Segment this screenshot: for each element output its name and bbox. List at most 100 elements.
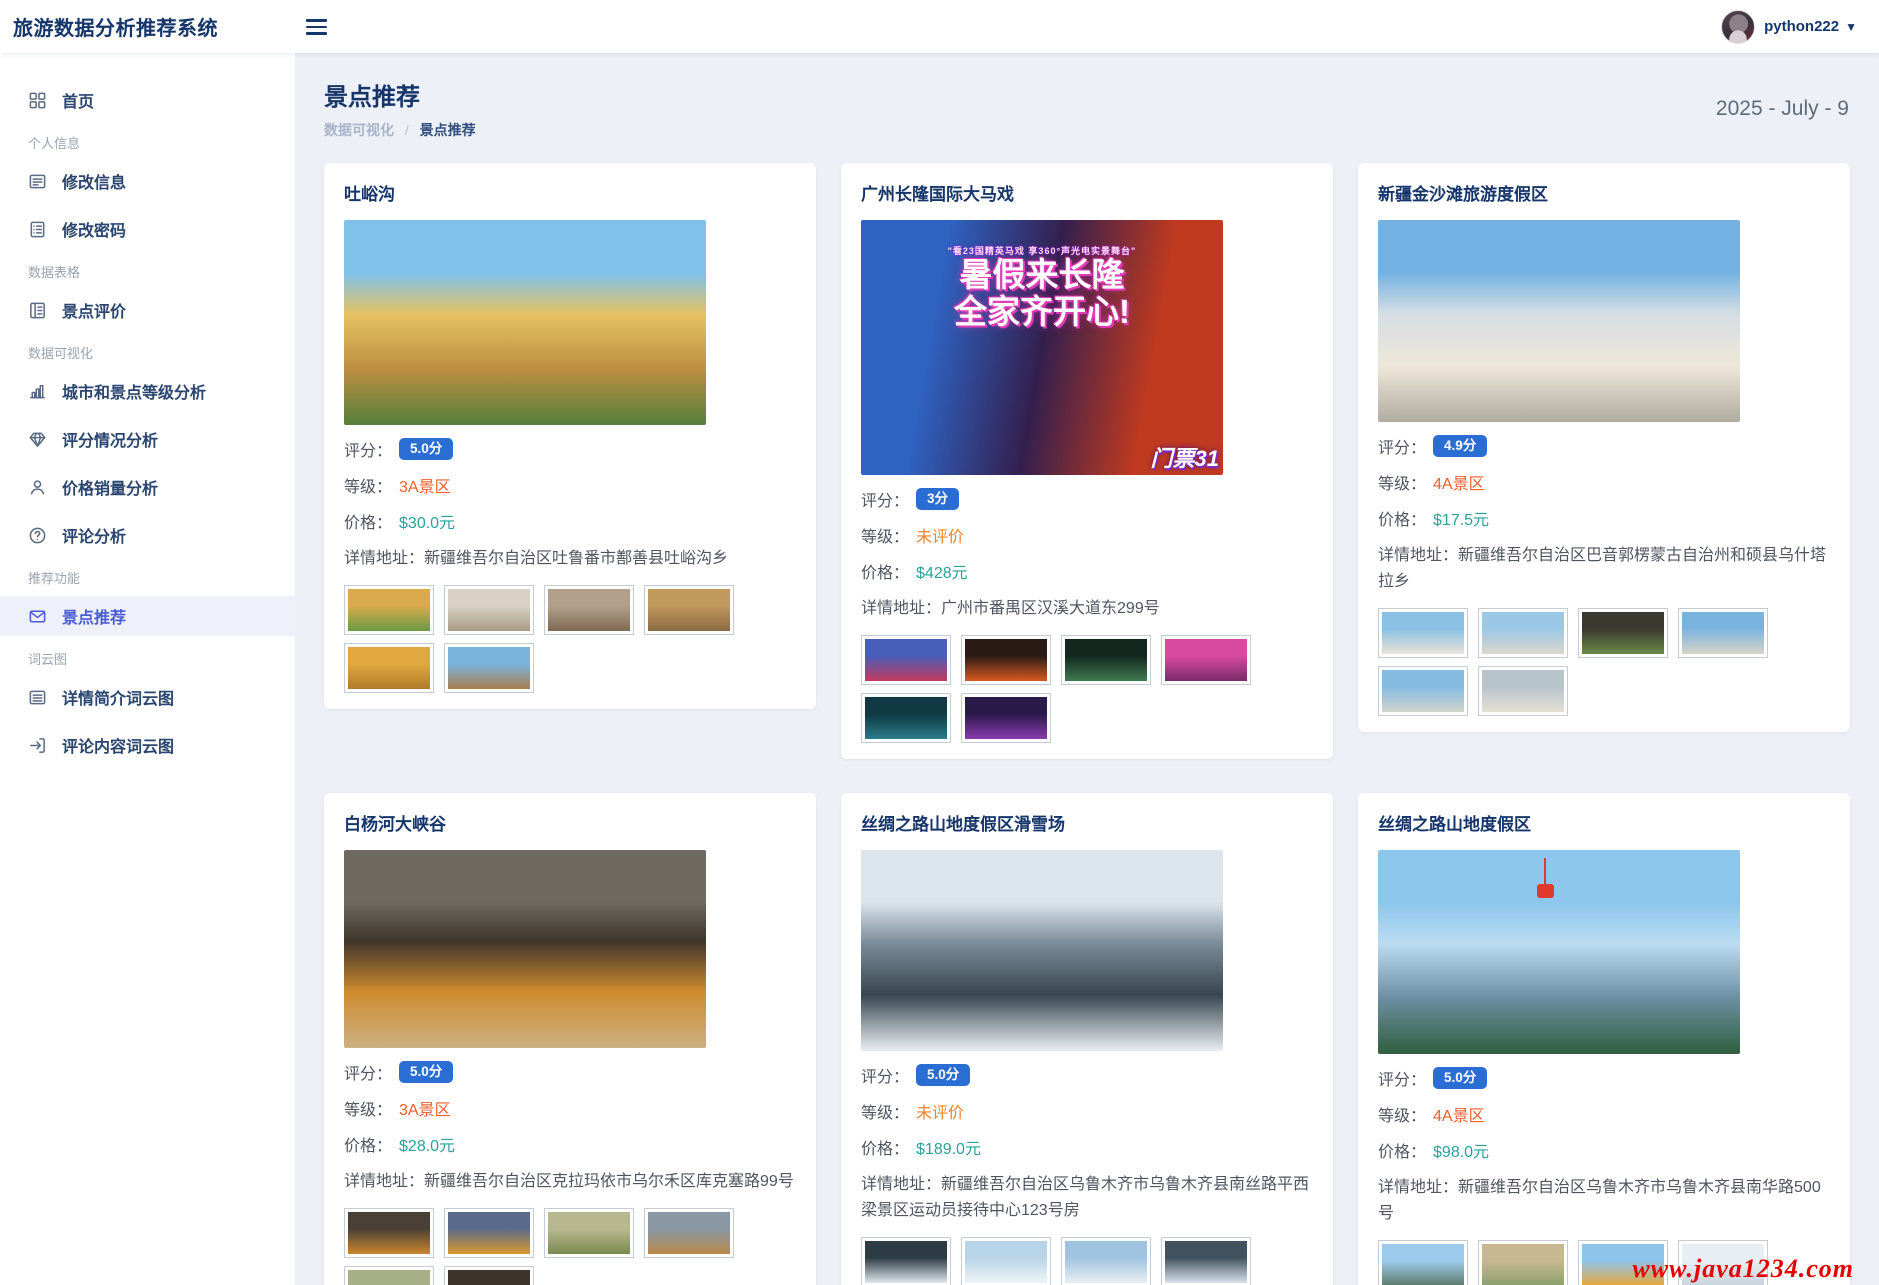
thumbnail[interactable] — [544, 1208, 634, 1258]
thumbnail[interactable] — [344, 1208, 434, 1258]
thumbnail[interactable] — [1061, 1237, 1151, 1285]
thumbnail[interactable] — [861, 693, 951, 743]
sidebar-item-评分情况分析[interactable]: 评分情况分析 — [0, 419, 295, 459]
thumbnail[interactable] — [444, 643, 534, 693]
address-label: 详情地址： — [861, 600, 941, 617]
price-value: $428元 — [916, 559, 968, 583]
thumbnail-image — [1382, 1244, 1464, 1285]
price-value: $189.0元 — [916, 1135, 981, 1159]
chairlift-accent — [1537, 884, 1554, 898]
breadcrumb-current: 景点推荐 — [420, 122, 476, 138]
sidebar-section-label: 数据可视化 — [0, 343, 295, 362]
thumbnail-list — [344, 1208, 796, 1285]
attraction-photo[interactable] — [1378, 220, 1740, 422]
level-label: 等级： — [344, 473, 392, 497]
rating-label: 评分： — [861, 1063, 909, 1087]
doc-lines-icon — [28, 688, 47, 707]
rating-badge: 5.0分 — [399, 438, 453, 461]
address-row: 详情地址：新疆维吾尔自治区乌鲁木齐市乌鲁木齐县南华路500号 — [1378, 1175, 1830, 1227]
sidebar-item-景点推荐[interactable]: 景点推荐 — [0, 596, 295, 636]
sidebar-item-修改密码[interactable]: 修改密码 — [0, 209, 295, 249]
thumbnail[interactable] — [1478, 608, 1568, 658]
user-avatar[interactable] — [1721, 10, 1755, 44]
sidebar-item-详情简介词云图[interactable]: 详情简介词云图 — [0, 677, 295, 717]
thumbnail[interactable] — [961, 635, 1051, 685]
thumbnail-image — [648, 1212, 730, 1254]
thumbnail[interactable] — [644, 1208, 734, 1258]
thumbnail-image — [865, 1241, 947, 1283]
attraction-card: 新疆金沙滩旅游度假区 评分： 4.9分 等级： 4A景区 价格： $17.5元 … — [1358, 163, 1850, 732]
sidebar: 首页 个人信息 修改信息 修改密码 数据表格 景点评价 数据可视化 城市和景点等… — [0, 53, 295, 1285]
password-list-icon — [28, 220, 47, 239]
thumbnail-image — [965, 697, 1047, 739]
thumbnail[interactable] — [444, 1208, 534, 1258]
sidebar-section-label: 词云图 — [0, 649, 295, 668]
sidebar-item-修改信息[interactable]: 修改信息 — [0, 161, 295, 201]
thumbnail[interactable] — [961, 1237, 1051, 1285]
level-value: 3A景区 — [399, 1096, 451, 1120]
address-value: 新疆维吾尔自治区吐鲁番市鄯善县吐峪沟乡 — [424, 550, 728, 567]
level-row: 等级： 未评价 — [861, 523, 1313, 547]
attraction-photo[interactable]: "看23国精英马戏 享360°声光电实景舞台"暑假来长隆全家齐开心!门票31 — [861, 220, 1223, 475]
thumbnail[interactable] — [1478, 666, 1568, 716]
thumbnail[interactable] — [1378, 666, 1468, 716]
thumbnail[interactable] — [1578, 608, 1668, 658]
thumbnail[interactable] — [861, 1237, 951, 1285]
thumbnail[interactable] — [1161, 635, 1251, 685]
attraction-photo[interactable] — [1378, 850, 1740, 1054]
attraction-photo[interactable] — [861, 850, 1223, 1051]
thumbnail[interactable] — [544, 585, 634, 635]
address-label: 详情地址： — [861, 1176, 941, 1193]
thumbnail-image — [348, 647, 430, 689]
hamburger-menu-icon[interactable] — [306, 14, 332, 40]
thumbnail[interactable] — [644, 585, 734, 635]
thumbnail-image — [1382, 612, 1464, 654]
sidebar-item-景点评价[interactable]: 景点评价 — [0, 290, 295, 330]
rating-label: 评分： — [1378, 434, 1426, 458]
level-label: 等级： — [1378, 470, 1426, 494]
user-menu[interactable]: python222 ▼ — [1721, 0, 1857, 53]
sidebar-item-城市和景点等级分析[interactable]: 城市和景点等级分析 — [0, 371, 295, 411]
price-label: 价格： — [1378, 1138, 1426, 1162]
table-doc-icon — [28, 301, 47, 320]
watermark: www.java1234.com — [1632, 1254, 1854, 1284]
breadcrumb-link[interactable]: 数据可视化 — [324, 122, 394, 138]
level-label: 等级： — [861, 1099, 909, 1123]
attraction-photo[interactable] — [344, 850, 706, 1048]
thumbnail[interactable] — [861, 635, 951, 685]
thumbnail[interactable] — [1378, 608, 1468, 658]
thumbnail[interactable] — [444, 585, 534, 635]
address-label: 详情地址： — [344, 1173, 424, 1190]
level-value: 未评价 — [916, 523, 964, 547]
thumbnail[interactable] — [444, 1266, 534, 1285]
price-row: 价格： $17.5元 — [1378, 506, 1830, 530]
rating-label: 评分： — [344, 437, 392, 461]
thumbnail[interactable] — [1678, 608, 1768, 658]
sidebar-item-评论内容词云图[interactable]: 评论内容词云图 — [0, 725, 295, 765]
username[interactable]: python222 — [1764, 18, 1839, 35]
thumbnail[interactable] — [1478, 1240, 1568, 1285]
thumbnail-image — [865, 697, 947, 739]
thumbnail[interactable] — [1378, 1240, 1468, 1285]
attraction-photo[interactable] — [344, 220, 706, 425]
thumbnail[interactable] — [1161, 1237, 1251, 1285]
attraction-title: 新疆金沙滩旅游度假区 — [1378, 180, 1830, 205]
thumbnail-image — [1482, 612, 1564, 654]
thumbnail[interactable] — [344, 585, 434, 635]
attraction-card: 白杨河大峡谷 评分： 5.0分 等级： 3A景区 价格： $28.0元 详情地址… — [324, 793, 816, 1285]
sidebar-item-价格销量分析[interactable]: 价格销量分析 — [0, 467, 295, 507]
thumbnail[interactable] — [961, 693, 1051, 743]
address-label: 详情地址： — [344, 550, 424, 567]
rating-label: 评分： — [861, 487, 909, 511]
sidebar-item-首页[interactable]: 首页 — [0, 80, 295, 120]
poster-text: "看23国精英马戏 享360°声光电实景舞台"暑假来长隆全家齐开心!门票31 — [861, 220, 1223, 475]
attraction-title: 丝绸之路山地度假区 — [1378, 810, 1830, 835]
attraction-title: 白杨河大峡谷 — [344, 810, 796, 835]
sidebar-item-评论分析[interactable]: 评论分析 — [0, 515, 295, 555]
thumbnail[interactable] — [1061, 635, 1151, 685]
thumbnail-list — [861, 635, 1313, 743]
thumbnail[interactable] — [344, 643, 434, 693]
thumbnail[interactable] — [344, 1266, 434, 1285]
attraction-card: 广州长隆国际大马戏 "看23国精英马戏 享360°声光电实景舞台"暑假来长隆全家… — [841, 163, 1333, 759]
thumbnail-image — [1582, 612, 1664, 654]
